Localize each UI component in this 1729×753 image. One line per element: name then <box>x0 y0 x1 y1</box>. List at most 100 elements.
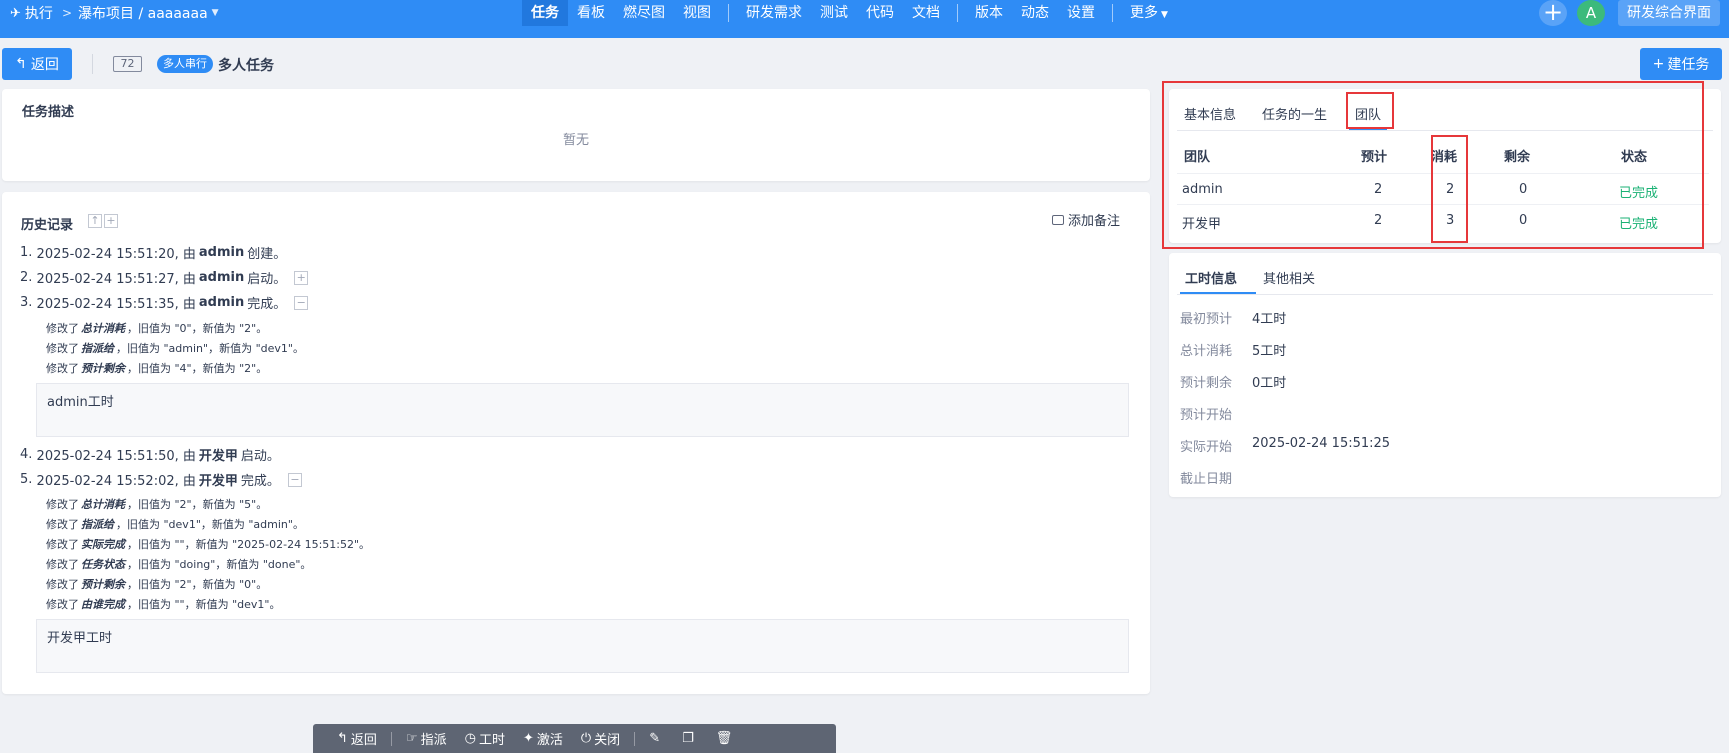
nav-code[interactable]: 代码 <box>857 0 903 26</box>
create-task-button[interactable]: + 建任务 <box>1640 48 1722 80</box>
entry-number: 3. <box>20 295 33 310</box>
change-prefix: 修改了 <box>46 558 79 571</box>
history-comment: 开发甲工时 <box>36 619 1129 673</box>
nav-view[interactable]: 视图 <box>674 0 720 26</box>
delete-button[interactable]: 🗑 <box>716 731 733 746</box>
nav-build[interactable]: 版本 <box>966 0 1012 26</box>
change-field: 任务状态 <box>81 558 125 571</box>
back-label: 返回 <box>30 57 59 73</box>
change-detail: ，旧值为 "doing"，新值为 "done"。 <box>127 558 312 571</box>
nav-kanban[interactable]: 看板 <box>568 0 614 26</box>
nav-more[interactable]: 更多 ▼ <box>1121 0 1177 26</box>
change-item: 修改了 总计消耗 ，旧值为 "0"，新值为 "2"。 <box>46 320 267 336</box>
change-prefix: 修改了 <box>46 578 79 591</box>
tab-other-related[interactable]: 其他相关 <box>1263 268 1315 287</box>
collapse-minus-icon[interactable]: − <box>287 472 302 487</box>
nav-dynamic[interactable]: 动态 <box>1012 0 1058 26</box>
app-label: 执行 <box>24 6 53 22</box>
history-comment: admin工时 <box>36 383 1129 437</box>
hours-panel: 工时信息 其他相关 最初预计 4工时 总计消耗 5工时 预计剩余 0工时 预计开… <box>1169 253 1721 497</box>
close-task-button[interactable]: ⏻ 关闭 <box>581 729 620 748</box>
estimate-label: 最初预计 <box>1180 312 1233 327</box>
change-item: 修改了 预计剩余 ，旧值为 "2"，新值为 "0"。 <box>46 576 267 592</box>
change-field: 总计消耗 <box>81 322 125 335</box>
nav-divider <box>1112 4 1113 22</box>
change-item: 修改了 指派给 ，旧值为 "dev1"，新值为 "admin"。 <box>46 516 304 532</box>
breadcrumb-separator: > <box>62 6 73 20</box>
nav-task[interactable]: 任务 <box>522 0 568 26</box>
entry-user: admin <box>198 295 245 310</box>
real-start-label: 实际开始 <box>1180 440 1233 455</box>
power-icon: ⏻ <box>580 731 592 746</box>
entry-time: 2025-02-24 15:51:27, 由 <box>36 272 196 287</box>
comment-icon <box>1052 214 1064 225</box>
expand-plus-icon[interactable]: + <box>294 270 309 285</box>
tab-hours-info[interactable]: 工时信息 <box>1185 268 1237 287</box>
record-hours-label: 工时 <box>478 733 505 748</box>
left-label: 预计剩余 <box>1180 376 1233 391</box>
history-entry: 3. 2025-02-24 15:51:35, 由 admin 完成。 − <box>20 293 309 312</box>
nav-doc[interactable]: 文档 <box>903 0 949 26</box>
consumed-value: 5工时 <box>1252 344 1287 359</box>
change-detail: ，旧值为 ""，新值为 "dev1"。 <box>127 598 281 611</box>
nav-settings[interactable]: 设置 <box>1058 0 1104 26</box>
change-detail: ，旧值为 "dev1"，新值为 "admin"。 <box>116 518 304 531</box>
record-hours-button[interactable]: ◷ 工时 <box>465 729 505 748</box>
assign-label: 指派 <box>420 733 447 748</box>
project-label: 瀑布项目 / aaaaaaa <box>78 6 208 22</box>
change-prefix: 修改了 <box>46 322 79 335</box>
clock-icon: ◷ <box>464 731 476 746</box>
expand-all-plus-icon[interactable]: + <box>104 214 118 228</box>
main-nav: 任务 看板 燃尽图 视图 研发需求 测试 代码 文档 版本 动态 设置 更多 ▼ <box>522 0 1177 26</box>
task-title: 多人任务 <box>218 58 274 74</box>
project-switcher[interactable]: 瀑布项目 / aaaaaaa ▼ <box>78 0 219 26</box>
copy-icon: ❐ <box>682 731 694 746</box>
reverse-order-arrow-icon[interactable]: ↑ <box>88 214 102 228</box>
entry-time: 2025-02-24 15:51:20, 由 <box>36 247 196 262</box>
change-detail: ，旧值为 "0"，新值为 "2"。 <box>127 322 268 335</box>
change-item: 修改了 实际完成 ，旧值为 ""，新值为 "2025-02-24 15:51:52"… <box>46 536 370 552</box>
est-start-label: 预计开始 <box>1180 408 1233 423</box>
entry-action: 启动。 <box>247 272 287 287</box>
quick-create-plus-icon[interactable]: + <box>1539 0 1567 26</box>
history-entry: 5. 2025-02-24 15:52:02, 由开发甲 完成。 − <box>20 470 302 489</box>
nav-more-label: 更多 <box>1130 5 1158 21</box>
entry-number: 4. <box>20 447 33 462</box>
create-task-label: 建任务 <box>1667 57 1710 73</box>
description-panel: 任务描述 暂无 <box>2 89 1150 181</box>
change-detail: ，旧值为 "4"，新值为 "2"。 <box>127 362 268 375</box>
entry-number: 2. <box>20 270 33 285</box>
change-detail: ，旧值为 "2"，新值为 "0"。 <box>127 578 268 591</box>
change-field: 指派给 <box>81 342 114 355</box>
consumed-label: 总计消耗 <box>1180 344 1233 359</box>
change-detail: ，旧值为 "2"，新值为 "5"。 <box>127 498 268 511</box>
add-note-button[interactable]: 添加备注 <box>1052 210 1120 229</box>
entry-time: 2025-02-24 15:51:35, 由 <box>36 297 196 312</box>
trash-icon: 🗑 <box>715 731 733 746</box>
edit-button[interactable]: ✎ <box>649 731 660 746</box>
plus-icon: + <box>1652 56 1665 72</box>
toolbar-divider <box>634 731 636 746</box>
back-button[interactable]: ↰ 返回 <box>2 48 72 80</box>
assign-button[interactable]: ☞ 指派 <box>406 729 447 748</box>
change-field: 预计剩余 <box>81 362 125 375</box>
ui-switch-button[interactable]: 研发综合界面 <box>1618 0 1720 26</box>
nav-test[interactable]: 测试 <box>811 0 857 26</box>
title-divider <box>92 54 93 74</box>
nav-burndown[interactable]: 燃尽图 <box>614 0 674 26</box>
user-avatar[interactable]: A <box>1577 0 1605 26</box>
change-detail: ，旧值为 ""，新值为 "2025-02-24 15:51:52"。 <box>127 538 371 551</box>
activate-button[interactable]: ✦ 激活 <box>523 729 563 748</box>
caret-down-icon: ▼ <box>211 8 219 18</box>
entry-time: 2025-02-24 15:52:02, 由 <box>36 474 196 489</box>
app-switcher[interactable]: ✈ 执行 <box>10 0 53 26</box>
toolbar-divider <box>390 731 392 746</box>
real-start-value: 2025-02-24 15:51:25 <box>1252 436 1391 451</box>
change-item: 修改了 由谁完成 ，旧值为 ""，新值为 "dev1"。 <box>46 596 281 612</box>
collapse-minus-icon[interactable]: − <box>294 295 309 310</box>
toolbar-back-button[interactable]: ↰ 返回 <box>337 729 377 748</box>
nav-divider <box>957 4 958 22</box>
copy-button[interactable]: ❐ <box>682 731 694 746</box>
task-mode-badge: 多人串行 <box>157 55 213 73</box>
nav-story[interactable]: 研发需求 <box>737 0 811 26</box>
